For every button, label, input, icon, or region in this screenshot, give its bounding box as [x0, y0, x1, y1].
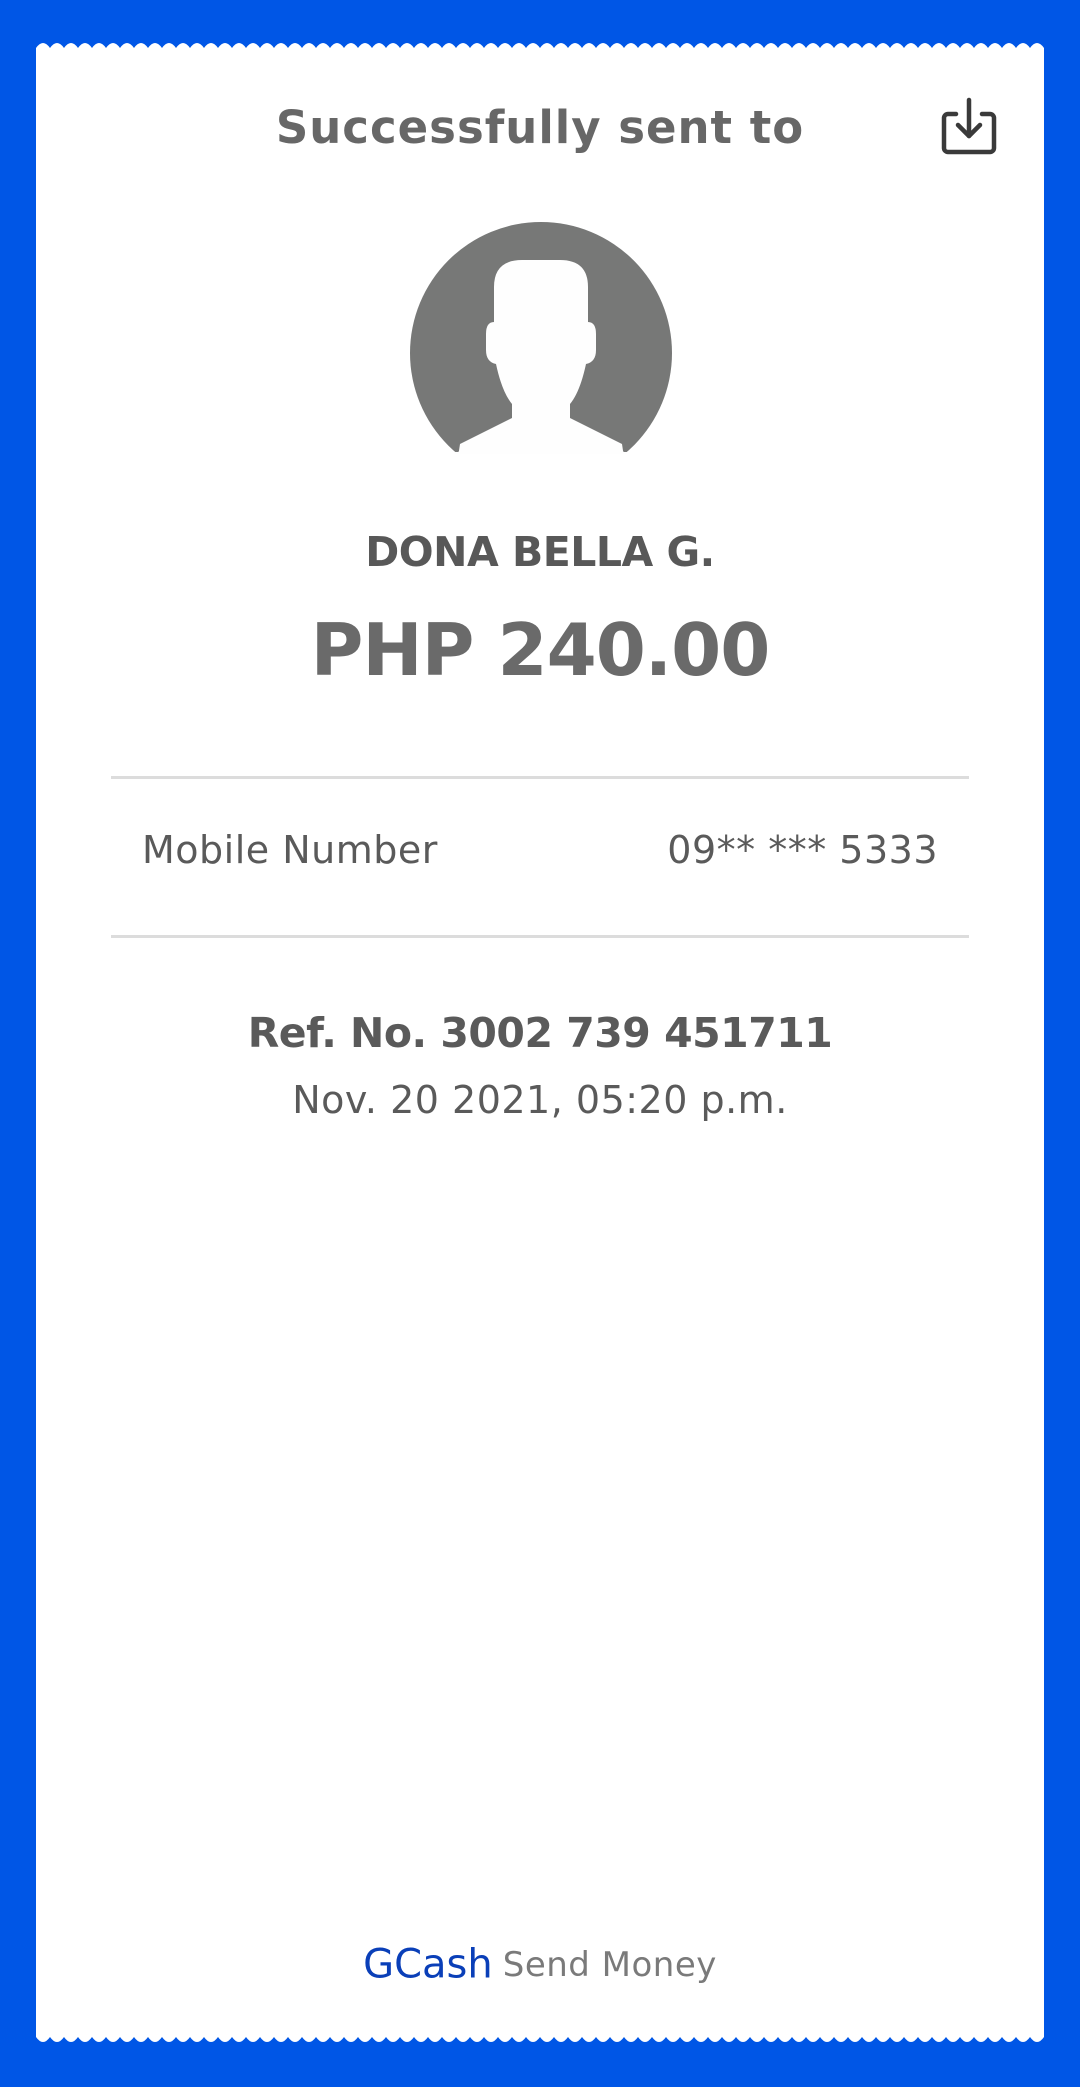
reference-number: Ref. No. 3002 739 451711 [247, 1009, 833, 1057]
divider [111, 776, 969, 779]
service-name: Send Money [502, 1944, 717, 1985]
receipt-top-edge [36, 38, 1044, 60]
recipient-avatar [410, 222, 672, 484]
download-icon [941, 97, 997, 155]
gcash-logo-text: GCash [363, 1941, 493, 1988]
mobile-number-value: 09** *** 5333 [667, 828, 938, 872]
mobile-number-label: Mobile Number [142, 828, 438, 872]
divider [111, 935, 969, 938]
transaction-timestamp: Nov. 20 2021, 05:20 p.m. [292, 1078, 788, 1122]
footer-branding: GCash Send Money [0, 1934, 1080, 1995]
download-receipt-button[interactable] [936, 94, 1002, 160]
page-title: Successfully sent to [275, 101, 805, 154]
person-silhouette-icon [410, 222, 672, 484]
receipt-bottom-edge [36, 2025, 1044, 2047]
amount-sent: PHP 240.00 [310, 608, 771, 692]
recipient-name: DONA BELLA G. [365, 528, 715, 576]
receipt-screen: { "header": { "title": "Successfully sen… [0, 0, 1080, 2087]
